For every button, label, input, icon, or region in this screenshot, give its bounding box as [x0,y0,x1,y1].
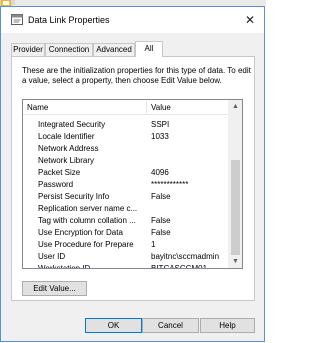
data-link-properties-dialog: Data Link Properties ✕ Provider Connecti… [0,6,265,342]
property-name: Tag with column collation ... [38,216,136,225]
list-item[interactable]: Tag with column collation ... False [23,215,230,227]
property-value: False [151,216,171,225]
property-name: Workstation ID [38,264,91,269]
property-name: Use Procedure for Prepare [38,240,134,249]
list-item[interactable]: Network Library [23,155,230,167]
property-name: Network Address [38,144,99,153]
property-value: bayitnc\sccmadmin [151,252,220,261]
tab-provider[interactable]: Provider [11,43,45,56]
property-value: False [151,228,171,237]
list-item[interactable]: Locale Identifier 1033 [23,131,230,143]
property-name: Replication server name c... [38,204,138,213]
list-item[interactable]: Packet Size 4096 [23,167,230,179]
list-item[interactable]: Use Procedure for Prepare 1 [23,239,230,251]
scroll-down-icon[interactable]: ▼ [229,255,242,268]
property-value: SSPI [151,120,170,129]
property-value: 1 [151,240,156,249]
property-name: User ID [38,252,66,261]
intro-text: These are the initialization properties … [22,66,251,85]
property-name: Password [38,180,74,189]
list-header: Name Value [23,100,230,115]
property-value: 1033 [151,132,169,141]
list-item[interactable]: Workstation ID BITCASCCM01 [23,263,230,269]
property-value: False [151,192,171,201]
list-item[interactable]: Use Encryption for Data False [23,227,230,239]
property-name: Network Library [38,156,95,165]
column-header-name[interactable]: Name [27,103,48,112]
property-value: ************ [151,180,189,189]
scroll-up-icon[interactable]: ▲ [229,100,242,113]
tab-panel-all: These are the initialization properties … [11,56,255,301]
data-link-icon [11,14,23,25]
column-divider[interactable] [146,101,147,113]
tab-advanced[interactable]: Advanced [93,43,135,56]
property-name: Integrated Security [38,120,106,129]
cancel-button[interactable]: Cancel [142,318,199,333]
list-item[interactable]: Persist Security Info False [23,191,230,203]
help-button[interactable]: Help [200,318,255,333]
list-item[interactable]: Network Address [23,143,230,155]
list-item[interactable]: Replication server name c... [23,203,230,215]
property-value: 4096 [151,168,169,177]
scroll-thumb[interactable] [231,160,240,255]
property-name: Locale Identifier [38,132,95,141]
property-name: Use Encryption for Data [38,228,123,237]
property-value: BITCASCCM01 [151,264,208,269]
window-title: Data Link Properties [28,15,110,25]
tab-connection[interactable]: Connection [45,43,93,56]
edit-value-button[interactable]: Edit Value... [22,281,87,296]
vertical-scrollbar[interactable]: ▲ ▼ [228,100,242,268]
close-icon[interactable]: ✕ [242,12,258,28]
list-item[interactable]: Integrated Security SSPI [23,119,230,131]
title-bar: Data Link Properties ✕ [1,7,264,33]
list-item[interactable]: Password ************ [23,179,230,191]
column-header-value[interactable]: Value [151,103,171,112]
ok-button[interactable]: OK [85,318,142,333]
list-item[interactable]: User ID bayitnc\sccmadmin [23,251,230,263]
properties-list[interactable]: Name Value Integrated Security SSPI Locale… [22,99,243,269]
property-name: Persist Security Info [38,192,110,201]
tab-all[interactable]: All [135,41,163,57]
property-name: Packet Size [38,168,81,177]
